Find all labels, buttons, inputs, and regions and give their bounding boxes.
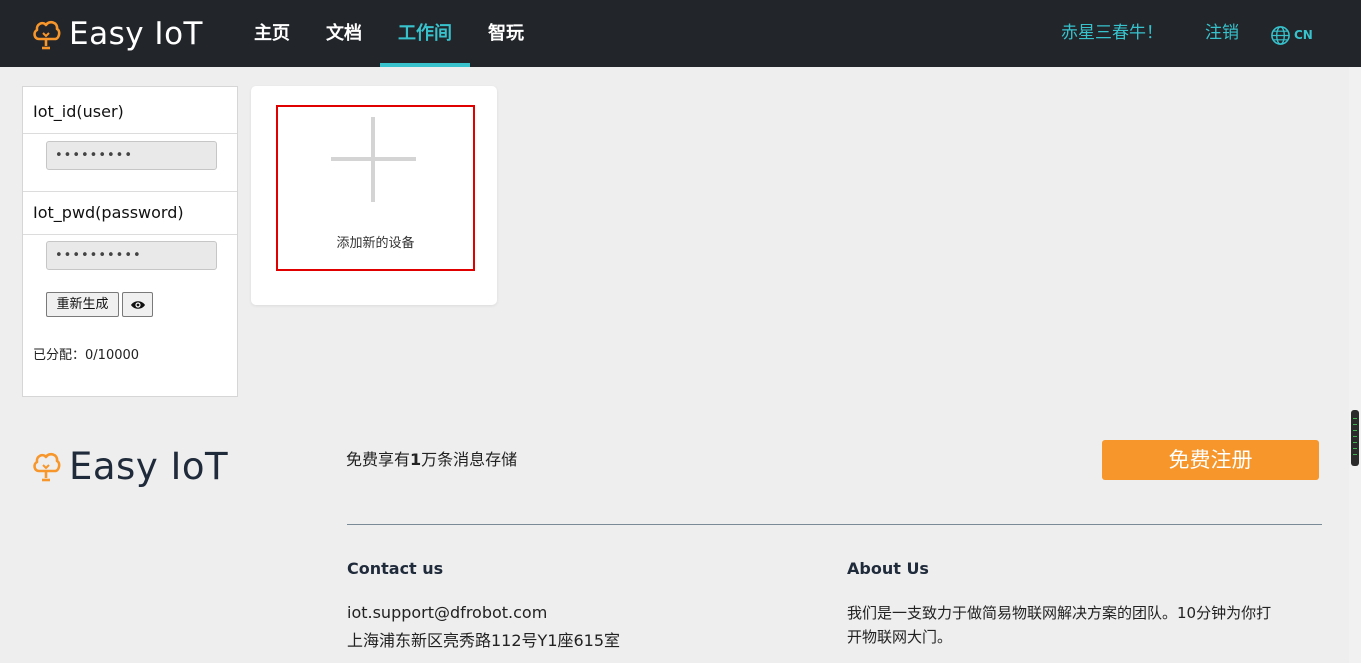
scroll-grip <box>1353 442 1357 443</box>
user-name-link[interactable]: 赤星三春牛！ <box>1061 0 1163 67</box>
footer-brand-name: Easy IoT <box>69 444 229 488</box>
scroll-grip <box>1353 430 1357 431</box>
brand-logo[interactable]: Easy IoT <box>31 14 203 54</box>
nav-home[interactable]: 主页 <box>240 0 304 67</box>
regenerate-button[interactable]: 重新生成 <box>46 292 119 317</box>
contact-email[interactable]: iot.support@dfrobot.com <box>347 603 547 622</box>
promo-suffix: 万条消息存储 <box>421 450 518 469</box>
nav-docs[interactable]: 文档 <box>312 0 376 67</box>
device-card: 添加新的设备 <box>251 86 497 305</box>
iot-id-field[interactable]: ••••••••• <box>46 141 217 170</box>
active-tab-indicator <box>380 63 470 67</box>
footer-divider <box>347 524 1322 525</box>
language-code: CN <box>1294 28 1313 42</box>
iot-pwd-field[interactable]: •••••••••• <box>46 241 217 270</box>
about-us-heading: About Us <box>847 559 929 578</box>
allocation-status: 已分配：0/10000 <box>33 344 139 363</box>
scrollbar-thumb[interactable] <box>1351 410 1359 466</box>
add-device-button[interactable]: 添加新的设备 <box>276 105 475 271</box>
scroll-grip <box>1353 448 1357 449</box>
cloud-bulb-icon <box>33 20 61 50</box>
scroll-grip <box>1353 436 1357 437</box>
show-password-button[interactable] <box>122 292 153 317</box>
promo-prefix: 免费享有 <box>346 450 411 469</box>
top-navigation-bar: Easy IoT 主页 文档 工作间 智玩 赤星三春牛！ 注销 CN <box>0 0 1361 67</box>
free-signup-button[interactable]: 免费注册 <box>1102 440 1319 480</box>
nav-play[interactable]: 智玩 <box>474 0 538 67</box>
scroll-grip <box>1353 424 1357 425</box>
logout-link[interactable]: 注销 <box>1205 0 1239 67</box>
promo-number: 1 <box>410 450 422 469</box>
allocation-value: 0/10000 <box>85 348 140 363</box>
eye-icon <box>130 301 145 309</box>
brand-name: Easy IoT <box>69 16 203 52</box>
contact-us-heading: Contact us <box>347 559 444 578</box>
add-device-label: 添加新的设备 <box>336 236 415 251</box>
scroll-grip <box>1353 454 1357 455</box>
cloud-bulb-icon <box>33 452 61 482</box>
footer-brand-logo: Easy IoT <box>31 444 228 488</box>
iot-id-label: Iot_id(user) <box>23 90 237 134</box>
language-switch[interactable]: CN <box>1270 24 1313 46</box>
storage-promo-text: 免费享有1万条消息存储 <box>346 446 517 470</box>
page-scrollbar[interactable] <box>1349 67 1361 663</box>
allocation-label: 已分配： <box>33 348 86 363</box>
contact-address: 上海浦东新区亮秀路112号Y1座615室 <box>347 631 621 650</box>
nav-workspace[interactable]: 工作间 <box>380 0 470 67</box>
about-us-text-line-1: 我们是一支致力于做简易物联网解决方案的团队。10分钟为你打 <box>847 604 1272 622</box>
iot-pwd-label: Iot_pwd(password) <box>23 191 237 235</box>
globe-icon <box>1271 25 1290 45</box>
credentials-panel: Iot_id(user) ••••••••• Iot_pwd(password)… <box>22 86 238 397</box>
about-us-text-line-2: 开物联网大门。 <box>847 628 953 646</box>
scroll-grip <box>1353 418 1357 419</box>
plus-icon <box>331 157 416 161</box>
